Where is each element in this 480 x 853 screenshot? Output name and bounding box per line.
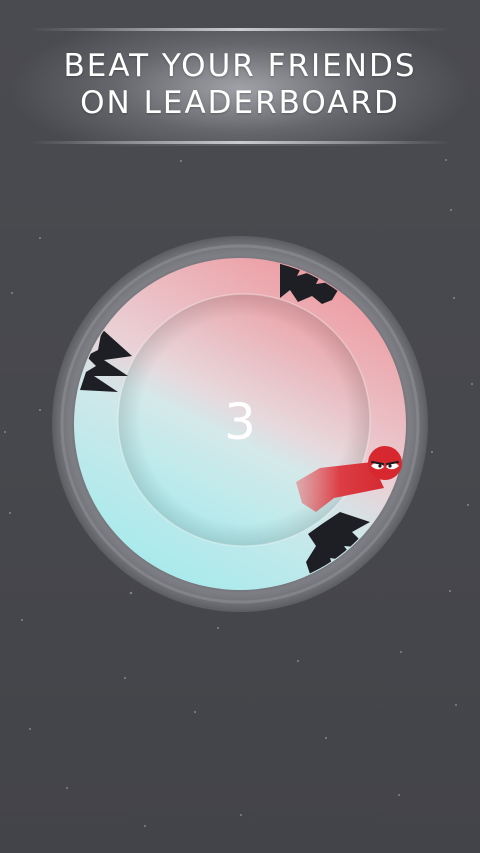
game-screen[interactable]: BEAT YOUR FRIENDS ON LEADERBOARD 3 xyxy=(0,0,480,853)
score-counter: 3 xyxy=(224,393,256,451)
